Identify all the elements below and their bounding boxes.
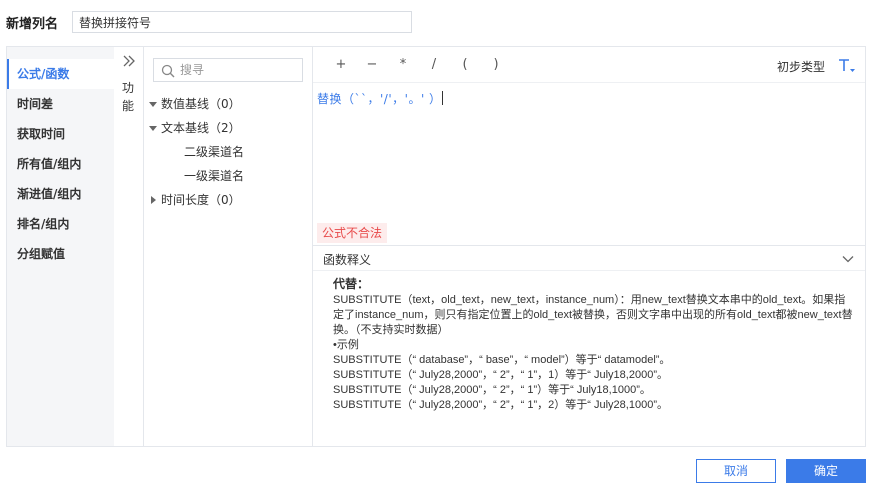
double-chevron-right-icon[interactable] — [121, 53, 137, 69]
function-label: 功能 — [122, 81, 135, 113]
text-type-icon[interactable] — [837, 57, 857, 75]
tree-node-label: 数值基线（0） — [161, 97, 241, 111]
divide-operator-button[interactable]: / — [424, 55, 444, 75]
column-name-row: 新增列名 — [0, 0, 874, 44]
column-name-label: 新增列名 — [6, 17, 59, 32]
chevron-down-icon — [842, 256, 854, 263]
tree-node-label: 时间长度（0） — [161, 193, 241, 207]
formula-dialog-body: 公式/函数 时间差 获取时间 所有值/组内 渐进值/组内 排名/组内 分组赋值 … — [6, 46, 866, 447]
category-rank-in-group[interactable]: 排名/组内 — [7, 209, 114, 239]
caret-down-icon — [149, 102, 157, 107]
search-box — [153, 58, 303, 82]
ok-button[interactable]: 确定 — [786, 459, 866, 483]
minus-operator-button[interactable]: − — [362, 55, 382, 75]
example-title: •示例 — [333, 339, 359, 351]
formula-text: 替换（``，'/'，'。' ） — [317, 92, 442, 106]
cancel-button[interactable]: 取消 — [696, 459, 776, 483]
example-line: SUBSTITUTE（“ July28,2000”，“ 2”，“ 1”，2）等于… — [333, 399, 668, 411]
explanation-title: 函数释义 — [323, 253, 372, 267]
search-icon — [161, 64, 175, 78]
category-time-difference[interactable]: 时间差 — [7, 89, 114, 119]
category-all-values-in-group[interactable]: 所有值/组内 — [7, 149, 114, 179]
example-line: SUBSTITUTE（“ database”，“ base”，“ model”）… — [333, 354, 671, 366]
example-line: SUBSTITUTE（“ July28,2000”，“ 2”，“ 1”）等于“ … — [333, 384, 651, 396]
operator-toolbar: + − * / ( ) 初步类型 — [313, 47, 865, 83]
plus-operator-button[interactable]: + — [331, 55, 351, 75]
category-get-time[interactable]: 获取时间 — [7, 119, 114, 149]
tree-node-primary-channel[interactable]: 一级渠道名 — [184, 165, 244, 187]
column-name-input[interactable] — [72, 11, 412, 33]
example-line: SUBSTITUTE（“ July28,2000”，“ 2”，“ 1”，1）等于… — [333, 369, 668, 381]
search-input[interactable] — [180, 61, 298, 79]
multiply-operator-button[interactable]: * — [393, 55, 413, 75]
category-list: 公式/函数 时间差 获取时间 所有值/组内 渐进值/组内 排名/组内 分组赋值 — [7, 47, 114, 446]
tree-node-label: 文本基线（2） — [161, 121, 241, 135]
formula-error-badge: 公式不合法 — [317, 223, 388, 243]
caret-right-icon — [151, 196, 156, 204]
function-strip: 功能 — [114, 47, 144, 446]
type-label: 初步类型 — [777, 60, 826, 74]
caret-down-icon — [149, 126, 157, 131]
tree-node-time-length[interactable]: 时间长度（0） — [148, 189, 241, 211]
function-explanation-header[interactable]: 函数释义 — [313, 245, 865, 271]
formula-editor-panel: + − * / ( ) 初步类型 替换（``，'/'，'。' ） 公式不合法 函… — [313, 47, 865, 446]
tree-node-secondary-channel[interactable]: 二级渠道名 — [184, 141, 244, 163]
category-cumulative-in-group[interactable]: 渐进值/组内 — [7, 179, 114, 209]
category-group-assign[interactable]: 分组赋值 — [7, 239, 114, 269]
text-cursor — [441, 91, 443, 105]
tree-node-numeric-baseline[interactable]: 数值基线（0） — [148, 93, 241, 115]
category-formula-function[interactable]: 公式/函数 — [7, 59, 114, 89]
field-tree-panel: 数值基线（0） 文本基线（2） 二级渠道名 一级渠道名 时间长度（0） — [144, 47, 313, 446]
function-description: SUBSTITUTE（text，old_text，new_text，instan… — [333, 294, 853, 336]
right-paren-button[interactable]: ) — [486, 55, 506, 75]
function-name: 代替： — [333, 277, 370, 291]
formula-input-area[interactable]: 替换（``，'/'，'。' ） — [313, 84, 865, 222]
function-explanation-body: 代替： SUBSTITUTE（text，old_text，new_text，in… — [333, 277, 853, 413]
tree-node-text-baseline[interactable]: 文本基线（2） — [148, 117, 241, 139]
left-paren-button[interactable]: ( — [455, 55, 475, 75]
